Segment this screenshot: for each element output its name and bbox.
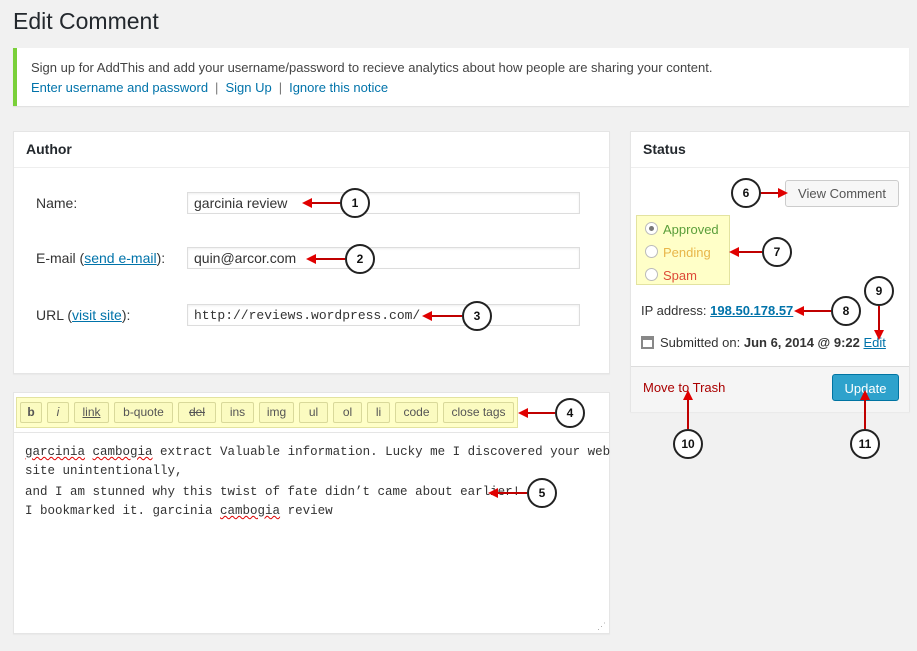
callout-8: 8	[831, 296, 861, 326]
callout-1: 1	[340, 188, 370, 218]
callout-3: 3	[462, 301, 492, 331]
callout-9: 9	[864, 276, 894, 306]
callout-10: 10	[673, 429, 703, 459]
callout-4: 4	[555, 398, 585, 428]
callout-11: 11	[850, 429, 880, 459]
callout-7: 7	[762, 237, 792, 267]
callout-6: 6	[731, 178, 761, 208]
callout-arrows	[302, 188, 884, 498]
callout-5: 5	[527, 478, 557, 508]
callout-2: 2	[345, 244, 375, 274]
